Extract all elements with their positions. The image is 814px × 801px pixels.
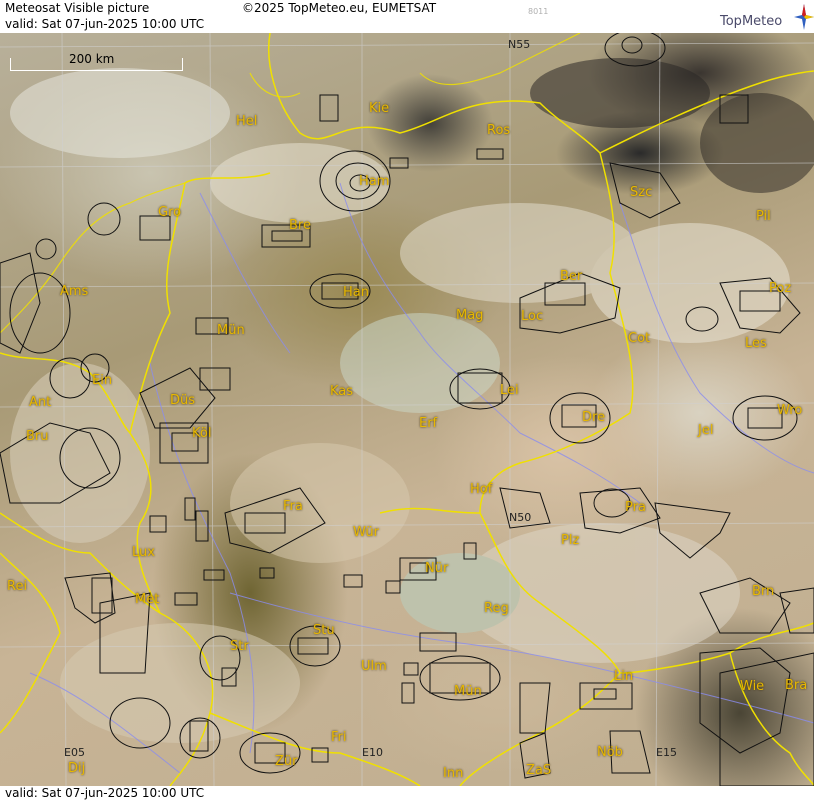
footer-valid-time: valid: Sat 07-jun-2025 10:00 UTC: [5, 786, 205, 800]
valid-time: valid: Sat 07-jun-2025 10:00 UTC: [5, 17, 205, 31]
city-ber: Ber: [560, 269, 583, 284]
city-hel: Hel: [236, 114, 258, 129]
city-ulm: Ulm: [361, 659, 387, 674]
grid-label-e10: E10: [362, 746, 383, 759]
footer-bar: valid: Sat 07-jun-2025 10:00 UTC: [0, 786, 814, 801]
city-han: Han: [343, 285, 369, 300]
city-pra: Pra: [625, 500, 646, 515]
city-ant: Ant: [29, 395, 52, 410]
header-bar: Meteosat Visible picture valid: Sat 07-j…: [0, 0, 814, 33]
city-wie: Wie: [740, 679, 765, 694]
city-pil: Pil: [756, 209, 771, 224]
city-fra: Fra: [283, 499, 303, 514]
city-ros: Ros: [487, 123, 511, 138]
logo-text: TopMeteo: [720, 14, 783, 29]
city-ham: Ham: [359, 174, 390, 189]
city-dus: Düs: [170, 393, 196, 408]
city-inn: Inn: [443, 766, 464, 781]
city-reg: Reg: [484, 601, 509, 616]
city-mun: Mün: [217, 323, 245, 338]
city-zas: ZaS: [526, 763, 552, 778]
grid-label-e15: E15: [656, 746, 677, 759]
city-hof: Hof: [470, 482, 493, 497]
city-cot: Cot: [628, 331, 651, 346]
copyright: ©2025 TopMeteo.eu, EUMETSAT: [242, 1, 437, 15]
city-ein: Ein: [92, 373, 113, 388]
city-kol: Köl: [192, 426, 212, 441]
city-nur: Nür: [425, 561, 449, 576]
city-dre: Dre: [582, 410, 606, 425]
scale-label: 200 km: [69, 52, 115, 66]
city-brn: Brn: [752, 584, 775, 599]
city-poz: Poz: [769, 281, 792, 296]
city-mag: Mag: [456, 308, 484, 323]
city-gro: Gro: [158, 205, 182, 220]
grid-label-n55: N55: [508, 38, 531, 51]
city-jel: Jel: [698, 423, 714, 438]
satellite-map[interactable]: 200 km N55 N50 E05 E10 E15 Hel Kie Ros H…: [0, 33, 814, 786]
image-title: Meteosat Visible picture: [5, 1, 150, 15]
city-plz: Plz: [561, 533, 580, 548]
city-wur: Wür: [353, 525, 379, 540]
city-nob: Nöb: [597, 745, 623, 760]
city-zur: Zür: [275, 754, 298, 769]
compass-star-icon: [794, 4, 814, 30]
grid-label-n50: N50: [509, 511, 532, 524]
city-wro: Wro: [777, 403, 803, 418]
city-lei: Lei: [500, 383, 519, 398]
city-les: Les: [745, 336, 767, 351]
city-str: Str: [230, 639, 249, 654]
city-lux: Lux: [132, 545, 155, 560]
grid-label-e05: E05: [64, 746, 85, 759]
city-kie: Kie: [369, 101, 390, 116]
city-bra: Bra: [785, 678, 808, 693]
city-kas: Kas: [330, 384, 354, 399]
city-loc: Loc: [521, 309, 544, 324]
city-bre: Bre: [289, 218, 311, 233]
image-code: 8011: [528, 7, 549, 16]
city-bru: Bru: [26, 429, 49, 444]
city-erf: Erf: [419, 416, 438, 431]
city-stu: Stu: [313, 623, 335, 638]
city-fri: Fri: [331, 730, 347, 745]
city-dij: Dij: [68, 761, 86, 776]
scale-bar: 200 km: [10, 52, 183, 71]
city-rei: Rei: [7, 579, 28, 594]
city-szc: Szc: [630, 185, 653, 200]
city-met: Met: [135, 592, 160, 607]
map-overlay: [0, 33, 814, 786]
city-ams: Ams: [60, 284, 89, 299]
city-lin: Lin: [614, 669, 634, 684]
city-mun2: Mün: [454, 684, 482, 699]
cloud-layer: [10, 58, 814, 743]
